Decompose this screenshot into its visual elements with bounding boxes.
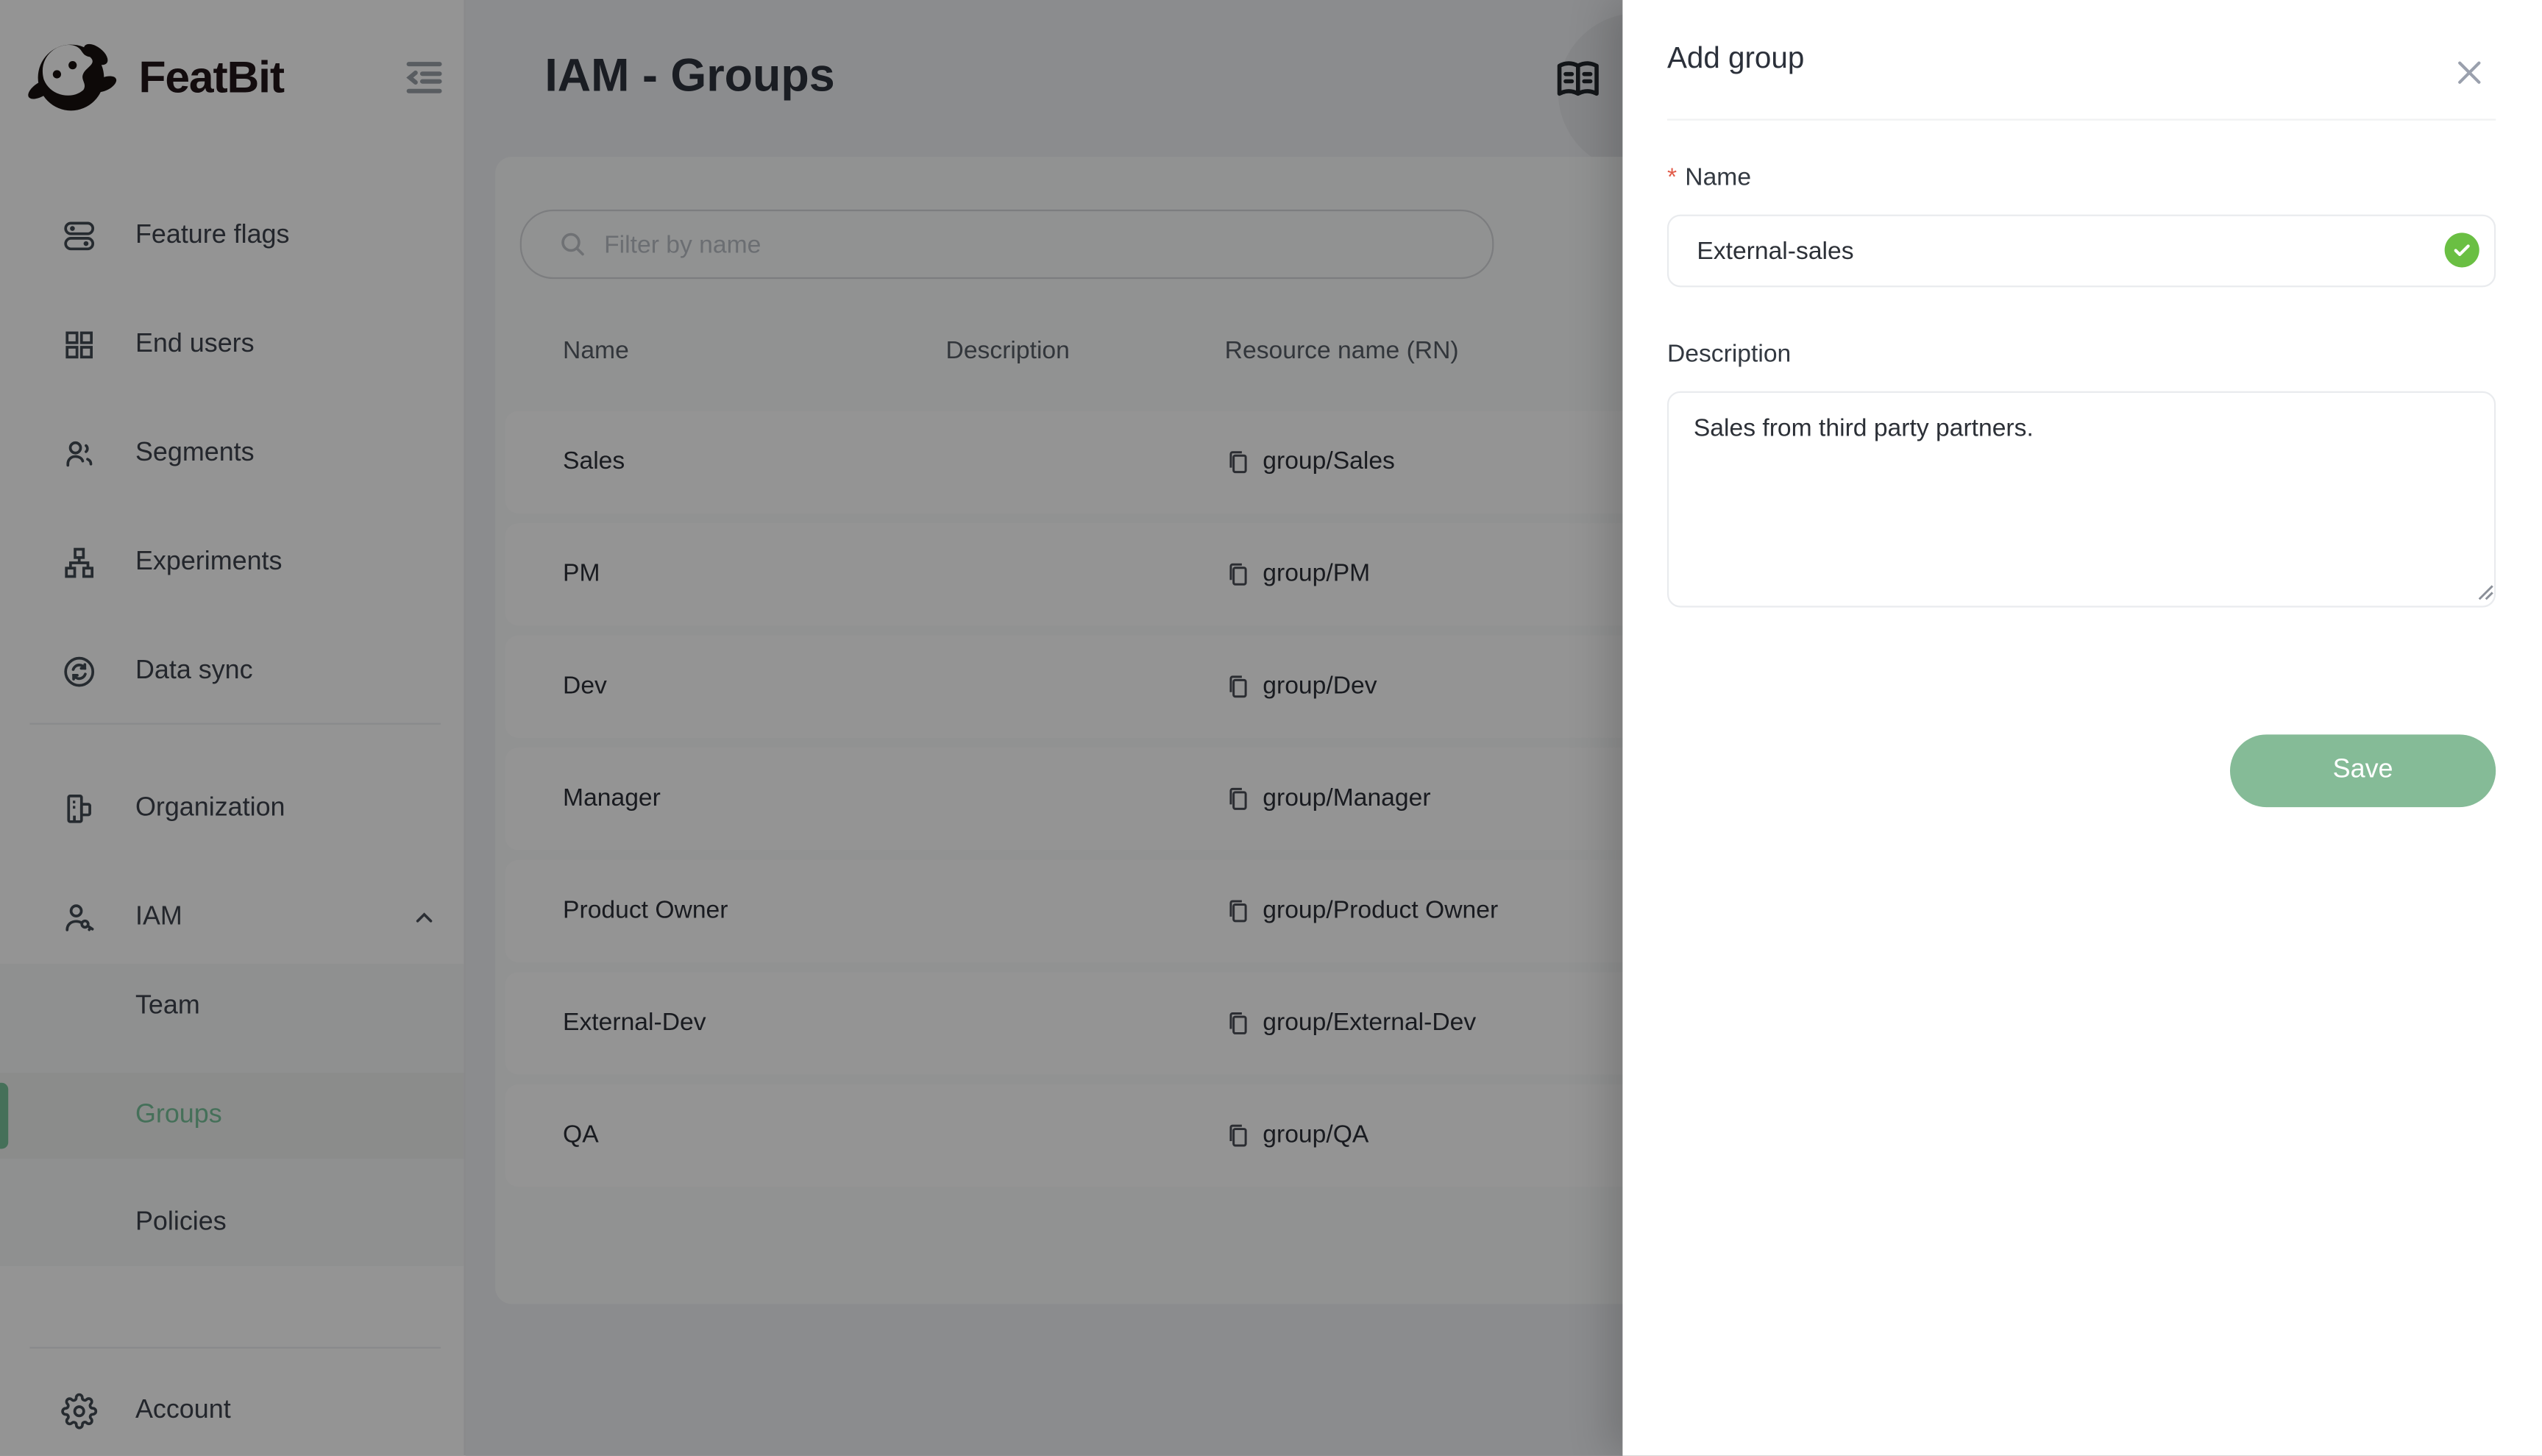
- app-window: FeatBit Feature flags: [0, 0, 2542, 1456]
- drawer-header-divider: [1667, 119, 2496, 121]
- valid-check-icon: [2445, 232, 2479, 267]
- resize-handle-icon[interactable]: [2474, 581, 2494, 601]
- group-name-input[interactable]: [1694, 218, 2410, 284]
- save-button[interactable]: Save: [2230, 734, 2496, 807]
- description-field-label: Description: [1667, 340, 1791, 368]
- required-asterisk: *: [1667, 163, 1677, 191]
- group-description-textarea[interactable]: Sales from third party partners.: [1667, 391, 2496, 608]
- drawer-title: Add group: [1667, 41, 1804, 76]
- name-field-label: *Name: [1667, 163, 1751, 191]
- add-group-drawer: Add group *Name Description Sales from t…: [1622, 0, 2542, 1456]
- close-icon[interactable]: [2453, 56, 2486, 89]
- name-field: [1667, 215, 2496, 288]
